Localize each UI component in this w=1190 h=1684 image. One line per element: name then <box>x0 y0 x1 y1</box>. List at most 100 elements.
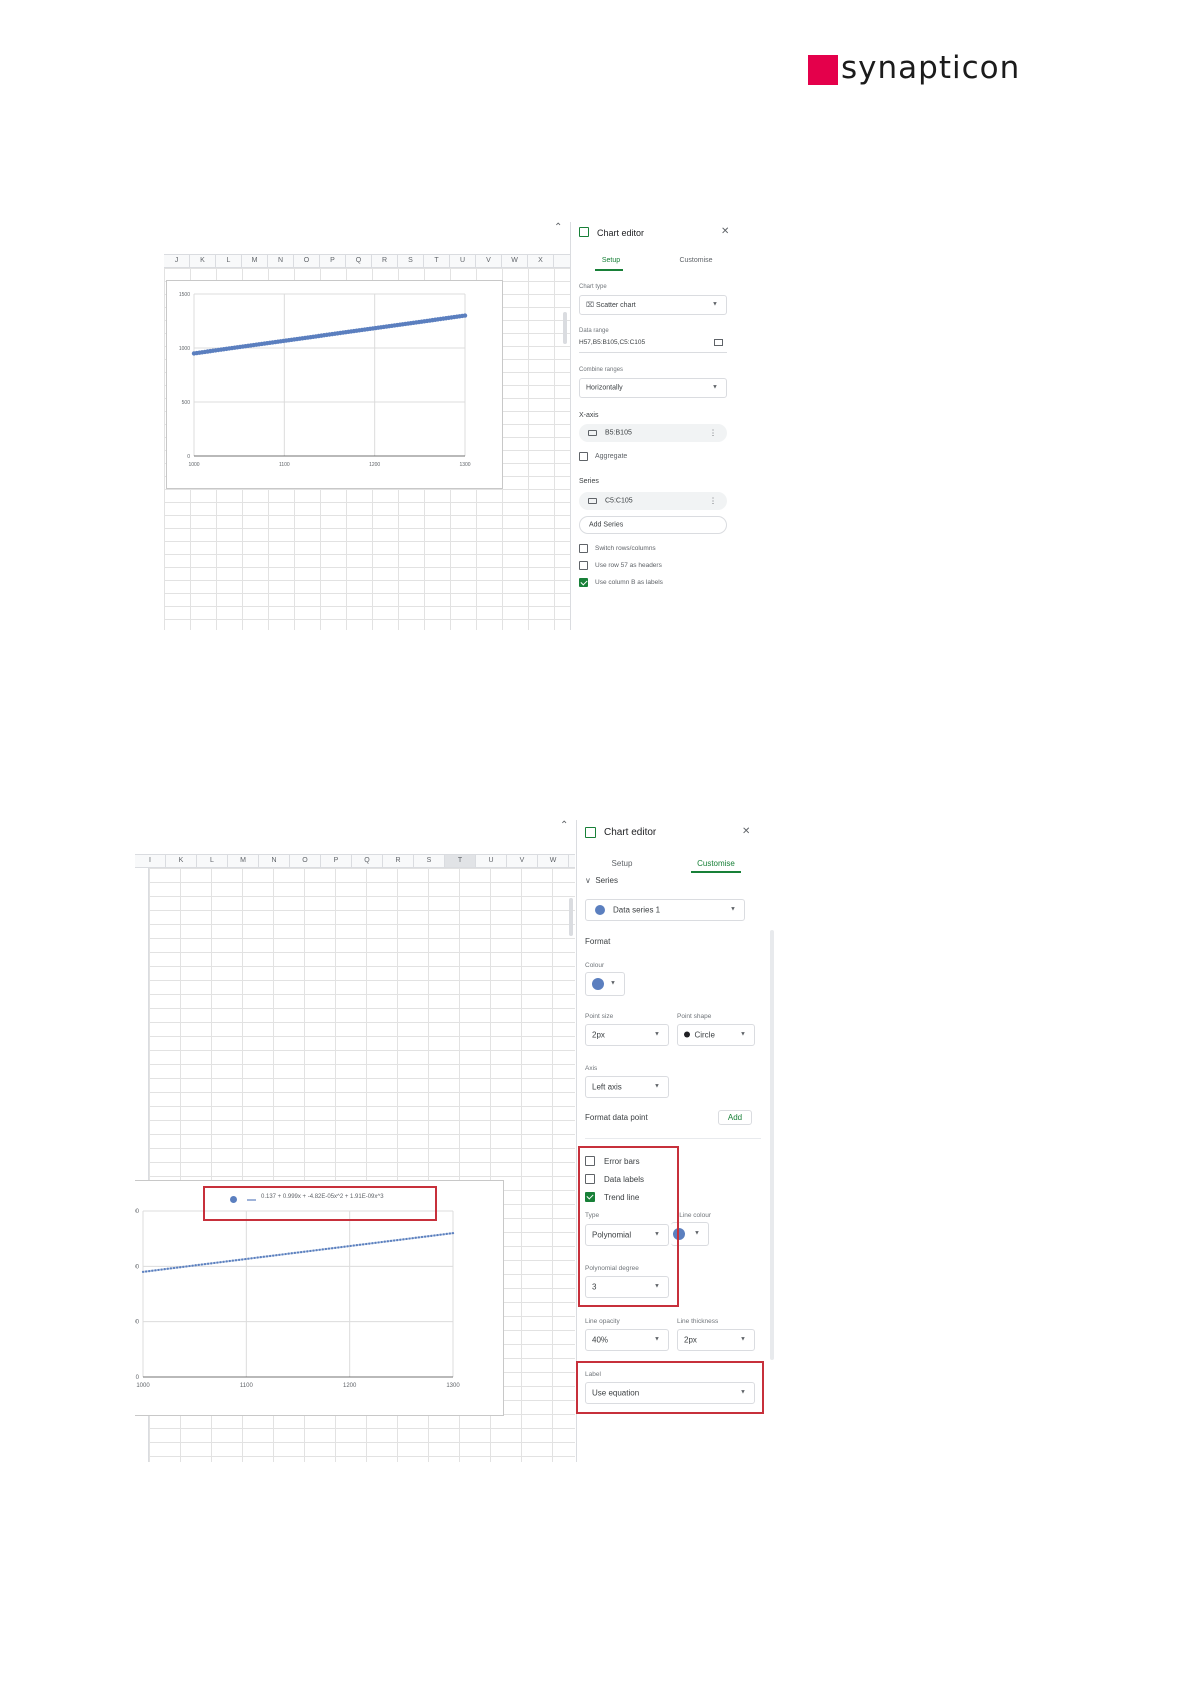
column-header[interactable]: U <box>450 255 476 267</box>
column-header[interactable]: S <box>398 255 424 267</box>
x-tick-label: 1300 <box>459 462 470 468</box>
grid-select-icon[interactable] <box>714 339 723 346</box>
y-tick-label: 500 <box>182 400 191 406</box>
column-header[interactable]: J <box>164 255 190 267</box>
x-axis-chip[interactable]: B5:B105 ⋮ <box>579 424 727 442</box>
x-axis-label: X-axis <box>579 412 599 419</box>
chart-editor-panel: Chart editor ✕ Setup Customise Chart typ… <box>570 222 744 630</box>
editor-scrollbar[interactable] <box>770 930 774 1360</box>
tab-setup-underline <box>595 269 623 271</box>
axis-select[interactable]: Left axis ▼ <box>585 1076 669 1098</box>
column-header[interactable]: Q <box>346 255 372 267</box>
line-opacity-select[interactable]: 40% ▼ <box>585 1329 669 1351</box>
scatter-chart[interactable]: 1000 1100 1200 1300 0 500 1000 1500 <box>166 280 503 489</box>
chevron-down-icon: ▼ <box>694 1230 700 1237</box>
column-header[interactable]: N <box>268 255 294 267</box>
column-header[interactable]: L <box>197 855 228 867</box>
y-tick-label: 500 <box>135 1320 140 1326</box>
x-tick-label: 1200 <box>369 462 380 468</box>
series-chip[interactable]: C5:C105 ⋮ <box>579 492 727 510</box>
data-point <box>462 313 468 318</box>
point-shape-select[interactable]: Circle ▼ <box>677 1024 755 1046</box>
axis-label: Axis <box>585 1065 598 1072</box>
column-header[interactable]: M <box>228 855 259 867</box>
column-header[interactable]: V <box>476 255 502 267</box>
series-label: Series <box>579 478 599 485</box>
column-header[interactable]: W <box>538 855 569 867</box>
column-header[interactable]: T <box>445 855 476 867</box>
data-range-label: Data range <box>579 328 609 334</box>
data-range-value: H57,B5:B105,C5:C105 <box>579 339 646 346</box>
data-series-value: Data series 1 <box>613 905 661 915</box>
use-row-headers-checkbox[interactable] <box>579 561 588 570</box>
column-header[interactable]: V <box>507 855 538 867</box>
tab-customise[interactable]: Customise <box>671 257 721 264</box>
chart-type-select[interactable]: ⌧ Scatter chart ▼ <box>579 295 727 315</box>
scatter-chart-svg: 1000 1100 1200 1300 0 500 1000 1500 <box>179 292 471 468</box>
chevron-down-icon: ▼ <box>712 301 718 308</box>
column-header[interactable]: P <box>321 855 352 867</box>
column-header[interactable]: T <box>424 255 450 267</box>
combine-ranges-select[interactable]: Horizontally ▼ <box>579 378 727 398</box>
logo-square-icon <box>808 55 838 85</box>
sheet-scrollbar[interactable] <box>569 898 573 936</box>
section-divider <box>585 1138 761 1139</box>
column-header[interactable]: I <box>135 855 166 867</box>
column-header[interactable]: X <box>528 255 554 267</box>
tab-setup[interactable]: Setup <box>602 859 642 868</box>
column-header[interactable]: U <box>476 855 507 867</box>
column-header[interactable]: O <box>294 255 320 267</box>
collapse-caret-icon[interactable]: ⌃ <box>560 820 568 831</box>
trendline-settings-highlight-box <box>578 1146 679 1307</box>
column-header[interactable]: L <box>216 255 242 267</box>
column-header[interactable]: M <box>242 255 268 267</box>
column-header[interactable]: P <box>320 255 346 267</box>
column-header[interactable]: Q <box>352 855 383 867</box>
line-thickness-select[interactable]: 2px ▼ <box>677 1329 755 1351</box>
point-shape-value: Circle <box>694 1030 715 1040</box>
column-header-row: IKLMNOPQRSTUVW <box>135 854 575 868</box>
sheet-scrollbar[interactable] <box>563 312 567 344</box>
column-header[interactable]: K <box>166 855 197 867</box>
colour-label: Colour <box>585 962 605 969</box>
chart-type-value: Scatter chart <box>596 302 636 309</box>
column-header[interactable]: R <box>372 255 398 267</box>
use-column-labels-checkbox[interactable] <box>579 578 588 587</box>
point-size-select[interactable]: 2px ▼ <box>585 1024 669 1046</box>
point-shape-label: Point shape <box>677 1013 712 1020</box>
chevron-down-icon: ▼ <box>740 1336 746 1343</box>
column-header[interactable]: K <box>190 255 216 267</box>
column-header[interactable]: N <box>259 855 290 867</box>
x-axis-value: B5:B105 <box>605 429 632 437</box>
synapticon-logo: synapticon <box>808 50 1072 87</box>
y-tick-label: 1500 <box>135 1209 140 1215</box>
label-setting-highlight-box <box>576 1361 764 1414</box>
column-header[interactable]: R <box>383 855 414 867</box>
more-vert-icon[interactable]: ⋮ <box>709 429 717 438</box>
x-tick-label: 1000 <box>188 462 199 468</box>
column-header[interactable]: S <box>414 855 445 867</box>
column-header[interactable]: W <box>502 255 528 267</box>
use-column-labels-label: Use column B as labels <box>595 579 663 586</box>
series-value: C5:C105 <box>605 497 633 505</box>
series-colour-swatch <box>592 978 604 990</box>
data-range-input[interactable]: H57,B5:B105,C5:C105 <box>579 339 727 353</box>
column-header-row: JKLMNOPQRSTUVWX <box>164 254 570 268</box>
series-section-toggle[interactable]: ∨ Series <box>585 876 618 885</box>
chart-editor-icon <box>579 227 589 237</box>
column-header[interactable]: O <box>290 855 321 867</box>
tab-customise[interactable]: Customise <box>689 859 743 868</box>
more-vert-icon[interactable]: ⋮ <box>709 497 717 506</box>
colour-picker[interactable]: ▼ <box>585 972 625 996</box>
add-data-point-button[interactable]: Add <box>718 1110 752 1125</box>
close-icon[interactable]: ✕ <box>721 226 729 237</box>
switch-rows-checkbox[interactable] <box>579 544 588 553</box>
y-tick-label: 0 <box>187 454 190 460</box>
aggregate-checkbox[interactable] <box>579 452 588 461</box>
range-icon <box>588 498 597 504</box>
collapse-caret-icon[interactable]: ⌃ <box>554 222 562 233</box>
add-series-button[interactable]: Add Series <box>579 516 727 534</box>
data-series-select[interactable]: Data series 1 ▼ <box>585 899 745 921</box>
close-icon[interactable]: ✕ <box>742 826 750 837</box>
tab-setup[interactable]: Setup <box>591 257 631 264</box>
